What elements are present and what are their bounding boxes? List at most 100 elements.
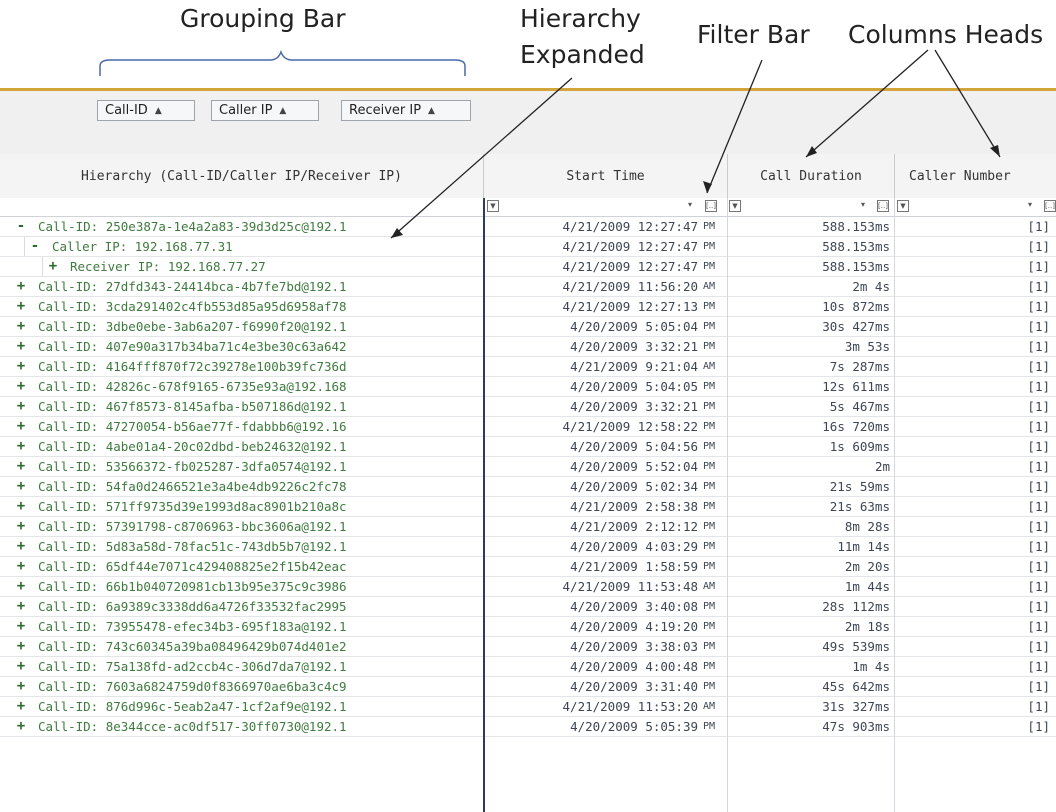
table-row[interactable]: + Call-ID: 876d996c-5eab2a47-1cf2af9e@192… — [0, 697, 1056, 717]
filter-icon[interactable]: ▼ — [729, 200, 741, 212]
am-pm-marker: PM — [703, 341, 716, 352]
table-row[interactable]: + Call-ID: 743c60345a39ba08496429b074d401… — [0, 637, 1056, 657]
table-row[interactable]: + Call-ID: 75a138fd-ad2ccb4c-306d7da7@192… — [0, 657, 1056, 677]
hierarchy-cell: Caller IP: 192.168.77.31 — [52, 239, 233, 254]
expand-icon[interactable]: + — [14, 657, 28, 676]
hierarchy-cell: Call-ID: 3dbe0ebe-3ab6a207-f6990f20@192.… — [38, 319, 347, 334]
table-row[interactable]: + Call-ID: 571ff9735d39e1993d8ac8901b210a… — [0, 497, 1056, 517]
column-header-caller-number[interactable]: Caller Number — [895, 154, 1056, 198]
filter-editor-button[interactable]: [..] — [1044, 200, 1056, 212]
am-pm-marker: PM — [703, 661, 716, 672]
start-time-cell: 4/20/2009 5:05:04 — [570, 319, 698, 334]
table-row[interactable]: + Call-ID: 53566372-fb025287-3dfa0574@192… — [0, 457, 1056, 477]
expand-icon[interactable]: + — [14, 377, 28, 396]
call-duration-cell: 47s 903ms — [822, 719, 890, 734]
call-duration-cell: 10s 872ms — [822, 299, 890, 314]
start-time-cell: 4/20/2009 4:03:29 — [570, 539, 698, 554]
hierarchy-cell: Call-ID: 73955478-efec34b3-695f183a@192.… — [38, 619, 347, 634]
expand-icon[interactable]: + — [14, 337, 28, 356]
table-row[interactable]: + Call-ID: 5d83a58d-78fac51c-743db5b7@192… — [0, 537, 1056, 557]
expand-icon[interactable]: + — [14, 477, 28, 496]
expand-icon[interactable]: + — [14, 577, 28, 596]
table-row[interactable]: + Call-ID: 6a9389c3338dd6a4726f33532fac29… — [0, 597, 1056, 617]
expand-icon[interactable]: + — [14, 697, 28, 716]
table-row[interactable]: + Call-ID: 65df44e7071c429408825e2f15b42e… — [0, 557, 1056, 577]
call-duration-cell: 31s 327ms — [822, 699, 890, 714]
grouping-panel: Call-ID ▲ Caller IP ▲ Receiver IP ▲ — [0, 91, 1056, 154]
caller-number-cell: [1] — [1027, 439, 1050, 454]
expand-icon[interactable]: + — [14, 397, 28, 416]
collapse-icon[interactable]: - — [28, 237, 42, 256]
table-row[interactable]: + Call-ID: 407e90a317b34ba71c4e3be30c63a6… — [0, 337, 1056, 357]
expand-icon[interactable]: + — [14, 457, 28, 476]
table-row[interactable]: + Call-ID: 73955478-efec34b3-695f183a@192… — [0, 617, 1056, 637]
expand-icon[interactable]: + — [14, 557, 28, 576]
start-time-cell: 4/21/2009 11:53:20 — [562, 699, 698, 714]
caller-number-cell: [1] — [1027, 459, 1050, 474]
filter-dropdown-icon[interactable]: ▾ — [861, 200, 865, 209]
table-row[interactable]: + Call-ID: 8e344cce-ac0df517-30ff0730@192… — [0, 717, 1056, 737]
table-row[interactable]: - Caller IP: 192.168.77.31 4/21/2009 12:27… — [0, 237, 1056, 257]
expand-icon[interactable]: + — [14, 637, 28, 656]
table-row[interactable]: + Call-ID: 54fa0d2466521e3a4be4db9226c2fc… — [0, 477, 1056, 497]
am-pm-marker: AM — [703, 281, 716, 292]
group-chip-call-id[interactable]: Call-ID ▲ — [97, 100, 195, 121]
expand-icon[interactable]: + — [46, 257, 60, 276]
hierarchy-cell: Call-ID: 75a138fd-ad2ccb4c-306d7da7@192.… — [38, 659, 347, 674]
expand-icon[interactable]: + — [14, 277, 28, 296]
table-row[interactable]: + Call-ID: 42826c-678f9165-6735e93a@192.1… — [0, 377, 1056, 397]
collapse-icon[interactable]: - — [14, 217, 28, 236]
expand-icon[interactable]: + — [14, 517, 28, 536]
group-chip-caller-ip[interactable]: Caller IP ▲ — [211, 100, 319, 121]
column-divider — [727, 198, 728, 812]
expand-icon[interactable]: + — [14, 717, 28, 736]
table-row[interactable]: + Call-ID: 66b1b040720981cb13b95e375c9c39… — [0, 577, 1056, 597]
am-pm-marker: PM — [703, 241, 716, 252]
am-pm-marker: PM — [703, 621, 716, 632]
expand-icon[interactable]: + — [14, 617, 28, 636]
expand-icon[interactable]: + — [14, 297, 28, 316]
call-duration-cell: 8m 28s — [844, 519, 890, 534]
expand-icon[interactable]: + — [14, 437, 28, 456]
filter-icon[interactable]: ▼ — [897, 200, 909, 212]
table-row[interactable]: + Call-ID: 7603a6824759d0f8366970ae6ba3c4… — [0, 677, 1056, 697]
filter-editor-button[interactable]: [..] — [705, 200, 717, 212]
filter-dropdown-icon[interactable]: ▾ — [1028, 200, 1032, 209]
caller-number-cell: [1] — [1027, 639, 1050, 654]
filter-dropdown-icon[interactable]: ▾ — [688, 200, 692, 209]
start-time-cell: 4/21/2009 2:58:38 — [570, 499, 698, 514]
call-duration-cell: 30s 427ms — [822, 319, 890, 334]
filter-icon[interactable]: ▼ — [487, 200, 499, 212]
table-row[interactable]: + Call-ID: 47270054-b56ae77f-fdabbb6@192.… — [0, 417, 1056, 437]
table-row[interactable]: + Receiver IP: 192.168.77.27 4/21/2009 12:… — [0, 257, 1056, 277]
table-row[interactable]: + Call-ID: 57391798-c8706963-bbc3606a@192… — [0, 517, 1056, 537]
expand-icon[interactable]: + — [14, 317, 28, 336]
hierarchy-cell: Call-ID: 54fa0d2466521e3a4be4db9226c2fc7… — [38, 479, 347, 494]
column-header-start-time[interactable]: Start Time — [484, 154, 727, 198]
group-chip-receiver-ip[interactable]: Receiver IP ▲ — [341, 100, 471, 121]
table-row[interactable]: + Call-ID: 3dbe0ebe-3ab6a207-f6990f20@192… — [0, 317, 1056, 337]
table-row[interactable]: - Call-ID: 250e387a-1e4a2a83-39d3d25c@192… — [0, 217, 1056, 237]
sort-ascending-icon: ▲ — [279, 105, 287, 116]
expand-icon[interactable]: + — [14, 357, 28, 376]
group-chip-label: Receiver IP — [349, 103, 422, 118]
table-row[interactable]: + Call-ID: 3cda291402c4fb553d85a95d6958af… — [0, 297, 1056, 317]
expand-icon[interactable]: + — [14, 677, 28, 696]
column-divider — [894, 198, 895, 812]
filter-editor-button[interactable]: [..] — [877, 200, 889, 212]
expand-icon[interactable]: + — [14, 597, 28, 616]
expand-icon[interactable]: + — [14, 417, 28, 436]
expand-icon[interactable]: + — [14, 497, 28, 516]
grouping-bar-brace — [99, 49, 466, 76]
am-pm-marker: PM — [703, 481, 716, 492]
hierarchy-cell: Call-ID: 57391798-c8706963-bbc3606a@192.… — [38, 519, 347, 534]
table-row[interactable]: + Call-ID: 27dfd343-24414bca-4b7fe7bd@192… — [0, 277, 1056, 297]
column-header-call-duration[interactable]: Call Duration — [728, 154, 894, 198]
column-header-hierarchy[interactable]: Hierarchy (Call-ID/Caller IP/Receiver IP… — [0, 154, 483, 198]
table-row[interactable]: + Call-ID: 4abe01a4-20c02dbd-beb24632@192… — [0, 437, 1056, 457]
start-time-cell: 4/20/2009 3:32:21 — [570, 399, 698, 414]
start-time-cell: 4/20/2009 5:04:56 — [570, 439, 698, 454]
expand-icon[interactable]: + — [14, 537, 28, 556]
table-row[interactable]: + Call-ID: 467f8573-8145afba-b507186d@192… — [0, 397, 1056, 417]
table-row[interactable]: + Call-ID: 4164fff870f72c39278e100b39fc73… — [0, 357, 1056, 377]
